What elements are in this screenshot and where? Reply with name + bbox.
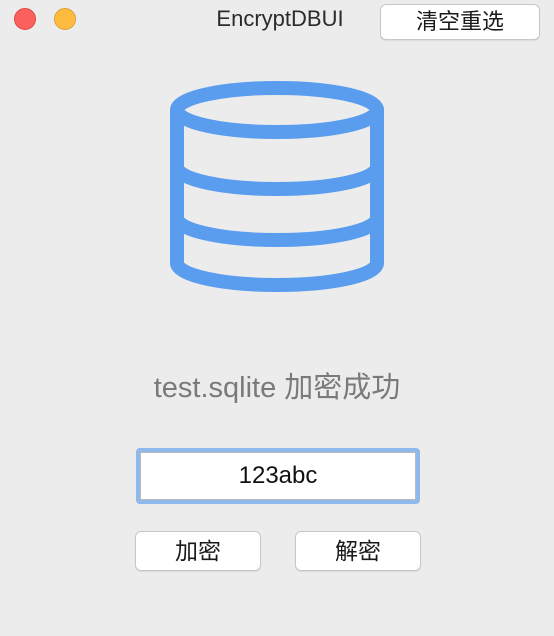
password-input[interactable] <box>140 452 416 500</box>
database-icon <box>170 81 384 292</box>
window-title: EncryptDBUI <box>216 6 344 31</box>
minimize-window-button[interactable] <box>54 8 76 30</box>
close-window-button[interactable] <box>14 8 36 30</box>
password-field-wrapper <box>136 448 420 504</box>
status-message: test.sqlite 加密成功 <box>153 372 401 404</box>
encrypt-button[interactable]: 加密 <box>135 531 261 571</box>
clear-reselect-button[interactable]: 清空重选 <box>380 4 540 40</box>
decrypt-button[interactable]: 解密 <box>295 531 421 571</box>
app-window: EncryptDBUI 清空重选 test.sqlite 加密成功 加密 解密 <box>0 0 554 636</box>
